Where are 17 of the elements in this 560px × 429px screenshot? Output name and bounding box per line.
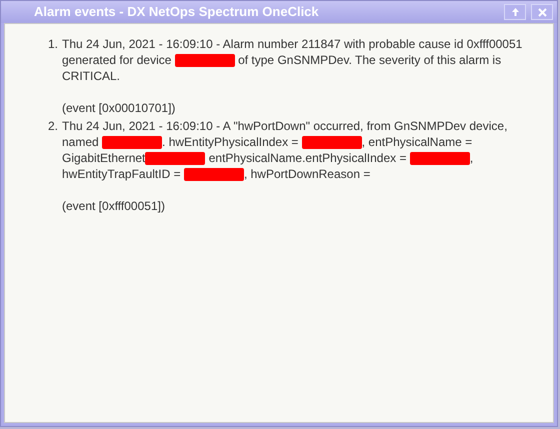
event-description: Thu 24 Jun, 2021 - 16:09:10 - A "hwPortDown" occurred, from GnSNMPDev device, named . hwEntityPhysicalIndex = , entPhysicalName = GigabitEthernet entPhysicalName.entPhysicalIndex = , hwEntityTrapFaultID = , hwPortDownReason = <box>62 118 508 182</box>
redaction-block <box>302 136 362 150</box>
window-title: Alarm events - DX NetOps Spectrum OneClick <box>34 3 320 22</box>
up-arrow-icon <box>510 7 520 17</box>
redaction-block <box>102 136 162 150</box>
redaction-block <box>184 168 244 182</box>
redaction-block <box>145 152 206 166</box>
event-code: (event [0xfff00051]) <box>62 198 166 214</box>
close-icon <box>538 8 546 16</box>
close-button[interactable] <box>531 4 553 20</box>
redaction-block <box>174 54 235 68</box>
event-code: (event [0x00010701]) <box>62 100 176 116</box>
event-description: Thu 24 Jun, 2021 - 16:09:10 - Alarm number 211847 with probable cause id 0xfff00051 generated for device of type GnSNMPDev. The severity of this alarm is CRITICAL. <box>62 36 524 84</box>
list-number: 1. <box>46 36 59 53</box>
redaction-block <box>410 152 470 166</box>
restore-button[interactable] <box>504 4 526 20</box>
list-number: 2. <box>46 118 59 135</box>
